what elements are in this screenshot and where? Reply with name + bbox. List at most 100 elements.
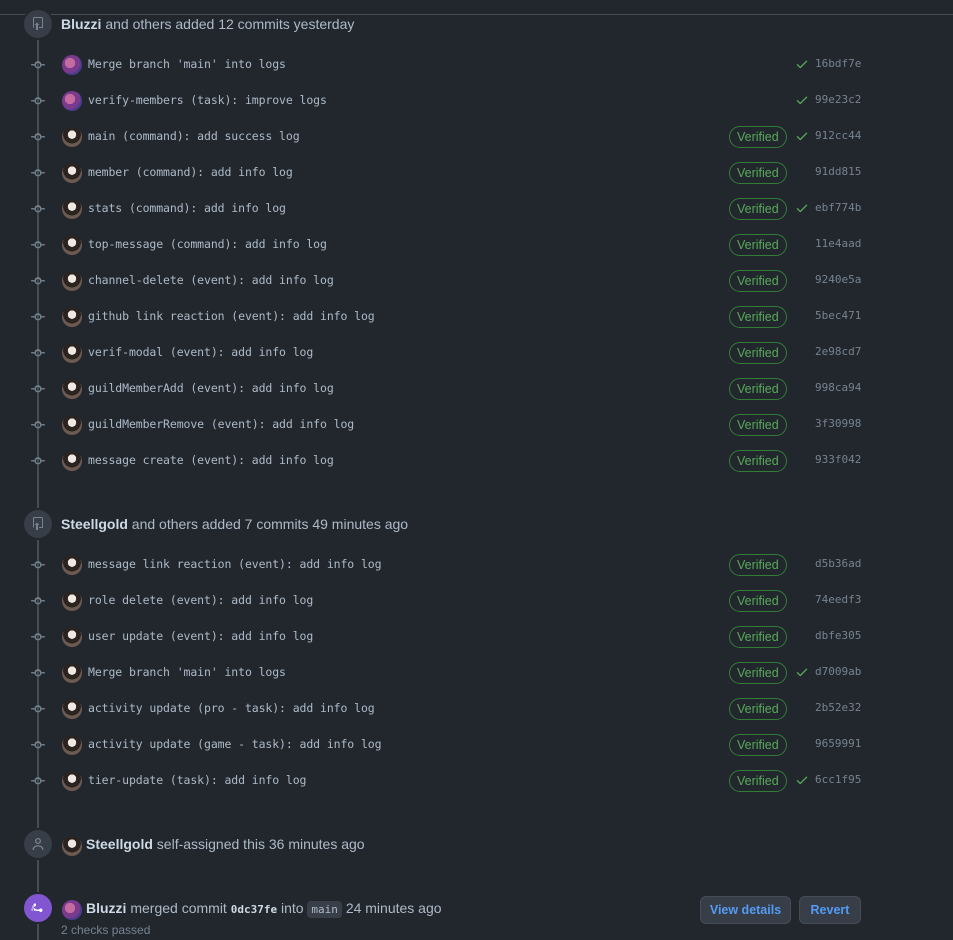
git-commit-icon: [31, 558, 45, 572]
commit-sha-link[interactable]: d7009ab: [815, 665, 861, 678]
avatar[interactable]: [62, 699, 82, 719]
commit-message-link[interactable]: Merge branch 'main' into logs: [88, 57, 286, 71]
check-icon[interactable]: [795, 201, 809, 215]
commit-sha-link[interactable]: 74eedf3: [815, 593, 861, 606]
commit-sha-link[interactable]: ebf774b: [815, 201, 861, 214]
verified-badge[interactable]: Verified: [729, 162, 787, 184]
commit-message-link[interactable]: activity update (pro - task): add info l…: [88, 701, 375, 715]
avatar[interactable]: [62, 555, 82, 575]
verified-badge[interactable]: Verified: [729, 626, 787, 648]
check-icon[interactable]: [795, 129, 809, 143]
avatar[interactable]: [62, 163, 82, 183]
verified-badge[interactable]: Verified: [729, 590, 787, 612]
commit-sha-link[interactable]: 16bdf7e: [815, 57, 861, 70]
header-divider: [0, 14, 953, 15]
event-description: self-assigned this 36 minutes ago: [156, 836, 365, 852]
verified-badge[interactable]: Verified: [729, 234, 787, 256]
commit-message-link[interactable]: message link reaction (event): add info …: [88, 557, 382, 571]
git-commit-icon: [31, 454, 45, 468]
event-author[interactable]: Bluzzi: [86, 900, 126, 916]
verified-badge[interactable]: Verified: [729, 342, 787, 364]
verified-badge[interactable]: Verified: [729, 554, 787, 576]
commit-sha-link[interactable]: d5b36ad: [815, 557, 861, 570]
verified-badge[interactable]: Verified: [729, 126, 787, 148]
check-icon[interactable]: [795, 93, 809, 107]
branch-name[interactable]: main: [307, 901, 342, 918]
avatar[interactable]: [62, 451, 82, 471]
avatar[interactable]: [62, 735, 82, 755]
commit-message-link[interactable]: github link reaction (event): add info l…: [88, 309, 375, 323]
commit-sha-link[interactable]: 933f042: [815, 453, 861, 466]
commit-message-link[interactable]: stats (command): add info log: [88, 201, 286, 215]
verified-badge[interactable]: Verified: [729, 770, 787, 792]
commit-message-link[interactable]: guildMemberAdd (event): add info log: [88, 381, 334, 395]
commit-sha-link[interactable]: 91dd815: [815, 165, 861, 178]
avatar[interactable]: [62, 415, 82, 435]
event-author[interactable]: Steellgold: [61, 516, 128, 532]
commit-message-link[interactable]: role delete (event): add info log: [88, 593, 313, 607]
avatar[interactable]: [62, 55, 82, 75]
commit-message-link[interactable]: verify-members (task): improve logs: [88, 93, 327, 107]
commit-sha-link[interactable]: 912cc44: [815, 129, 861, 142]
commit-message-link[interactable]: main (command): add success log: [88, 129, 300, 143]
commit-sha-link[interactable]: 9240e5a: [815, 273, 861, 286]
commit-sha-link[interactable]: 2e98cd7: [815, 345, 861, 358]
commit-message-link[interactable]: tier-update (task): add info log: [88, 773, 306, 787]
commit-message-link[interactable]: message create (event): add info log: [88, 453, 334, 467]
avatar[interactable]: [62, 343, 82, 363]
avatar[interactable]: [62, 235, 82, 255]
commit-message-link[interactable]: user update (event): add info log: [88, 629, 313, 643]
avatar[interactable]: [62, 271, 82, 291]
commit-sha-link[interactable]: 2b52e32: [815, 701, 861, 714]
commit-message-link[interactable]: guildMemberRemove (event): add info log: [88, 417, 354, 431]
git-commit-icon: [31, 666, 45, 680]
avatar[interactable]: [62, 900, 82, 920]
git-commit-icon: [31, 274, 45, 288]
commit-sha-link[interactable]: 998ca94: [815, 381, 861, 394]
avatar[interactable]: [62, 127, 82, 147]
avatar[interactable]: [62, 627, 82, 647]
avatar[interactable]: [62, 663, 82, 683]
commit-message-link[interactable]: verif-modal (event): add info log: [88, 345, 313, 359]
event-author[interactable]: Bluzzi: [61, 16, 101, 32]
avatar[interactable]: [62, 379, 82, 399]
commit-sha-link[interactable]: 11e4aad: [815, 237, 861, 250]
avatar[interactable]: [62, 771, 82, 791]
event-author[interactable]: Steellgold: [86, 836, 153, 852]
avatar[interactable]: [62, 91, 82, 111]
verified-badge[interactable]: Verified: [729, 734, 787, 756]
verified-badge[interactable]: Verified: [729, 378, 787, 400]
checks-status[interactable]: 2 checks passed: [61, 923, 150, 937]
verified-badge[interactable]: Verified: [729, 698, 787, 720]
view-details-button[interactable]: View details: [700, 896, 791, 924]
merge-commit-sha[interactable]: 0dc37fe: [231, 903, 277, 916]
avatar[interactable]: [62, 307, 82, 327]
commit-sha-link[interactable]: dbfe305: [815, 629, 861, 642]
commit-sha-link[interactable]: 9659991: [815, 737, 861, 750]
check-icon[interactable]: [795, 773, 809, 787]
avatar[interactable]: [62, 199, 82, 219]
verified-badge[interactable]: Verified: [729, 198, 787, 220]
verified-badge[interactable]: Verified: [729, 414, 787, 436]
commit-message-link[interactable]: channel-delete (event): add info log: [88, 273, 334, 287]
commit-row: Merge branch 'main' into logs Verified d70…: [0, 655, 953, 691]
check-icon[interactable]: [795, 57, 809, 71]
commit-message-link[interactable]: top-message (command): add info log: [88, 237, 327, 251]
commit-sha-link[interactable]: 6cc1f95: [815, 773, 861, 786]
commit-message-link[interactable]: activity update (game - task): add info …: [88, 737, 382, 751]
commit-sha-link[interactable]: 99e23c2: [815, 93, 861, 106]
commit-sha-link[interactable]: 5bec471: [815, 309, 861, 322]
verified-badge[interactable]: Verified: [729, 662, 787, 684]
avatar[interactable]: [62, 836, 82, 856]
avatar[interactable]: [62, 591, 82, 611]
check-icon[interactable]: [795, 665, 809, 679]
verified-badge[interactable]: Verified: [729, 450, 787, 472]
commit-row: user update (event): add info log Verifie…: [0, 619, 953, 655]
verified-badge[interactable]: Verified: [729, 270, 787, 292]
commit-message-link[interactable]: member (command): add info log: [88, 165, 293, 179]
commit-sha-link[interactable]: 3f30998: [815, 417, 861, 430]
revert-button[interactable]: Revert: [799, 896, 861, 924]
commit-message-link[interactable]: Merge branch 'main' into logs: [88, 665, 286, 679]
commit-row: github link reaction (event): add info l…: [0, 299, 953, 335]
verified-badge[interactable]: Verified: [729, 306, 787, 328]
